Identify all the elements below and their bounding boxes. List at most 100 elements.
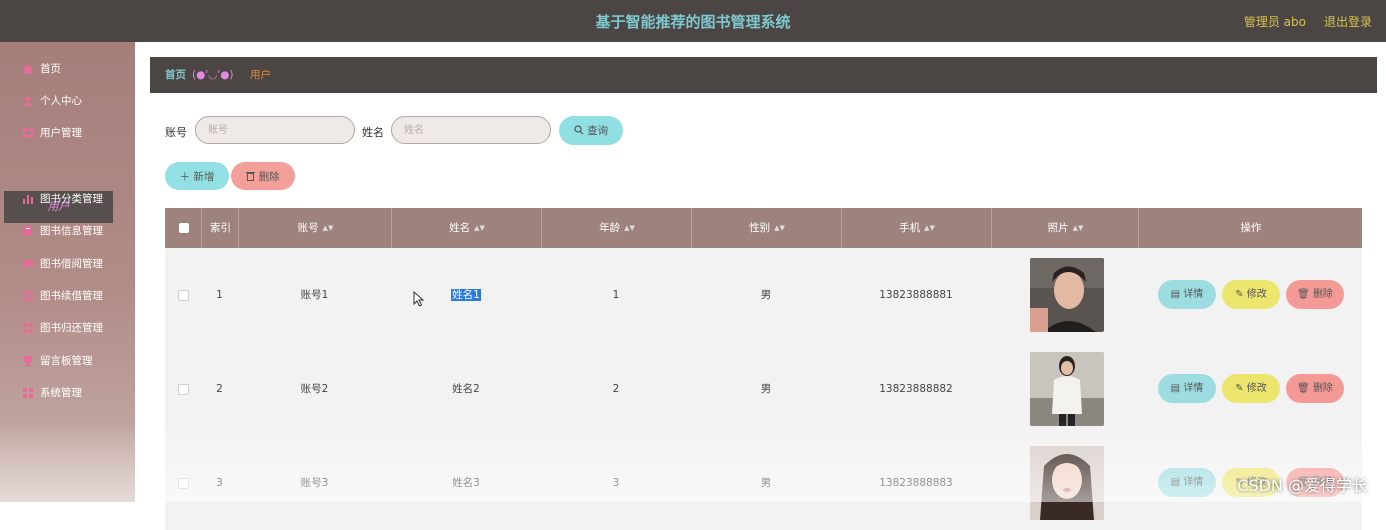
edit-icon: ✎ <box>1235 383 1244 394</box>
sidebar-item-profile[interactable]: 个人中心 <box>0 86 135 116</box>
watermark: CSDN @爱得学长 <box>1237 476 1368 495</box>
cell-account: 账号1 <box>300 289 329 301</box>
sort-icon: ▲▼ <box>1072 224 1084 232</box>
top-bar: 基于智能推荐的图书管理系统 管理员 abo 退出登录 <box>0 0 1386 42</box>
app-title: 基于智能推荐的图书管理系统 <box>595 13 791 31</box>
sort-icon: ▲▼ <box>924 224 935 232</box>
cell-phone: 13823888882 <box>879 383 953 395</box>
user-photo[interactable] <box>1030 446 1104 520</box>
detail-button[interactable]: ▤ 详情 <box>1158 280 1216 309</box>
sidebar-item-label: 图书续借管理 <box>40 290 103 302</box>
detail-button[interactable]: ▤ 详情 <box>1158 468 1216 497</box>
select-all-checkbox[interactable] <box>179 223 189 233</box>
header-gender[interactable]: 性别 ▲▼ <box>691 208 842 248</box>
breadcrumb-current: 用户 <box>250 69 271 81</box>
cell-age: 2 <box>612 383 620 395</box>
search-icon <box>574 125 584 135</box>
sidebar-item-renew[interactable]: 图书续借管理 <box>0 281 135 311</box>
cell-phone: 13823888883 <box>879 477 953 489</box>
user-photo[interactable] <box>1030 258 1104 332</box>
selected-text: 姓名1 <box>451 289 481 301</box>
table-row: 3 账号3 姓名3 3 男 13823888883 ▤ 详情 ✎ 修改 🗑 删除 <box>165 436 1362 530</box>
row-checkbox[interactable] <box>178 478 189 489</box>
cell-account: 账号2 <box>300 383 329 395</box>
header-name-label: 姓名 <box>449 222 471 234</box>
header-age-label: 年龄 <box>599 222 621 234</box>
delete-button[interactable]: 🗑 删除 <box>1286 374 1344 403</box>
batch-delete-button[interactable]: 删除 <box>231 162 295 190</box>
cell-gender: 男 <box>760 477 772 489</box>
grid-icon <box>23 323 33 333</box>
edit-label: 修改 <box>1246 289 1267 300</box>
header-account-label: 账号 <box>297 222 319 234</box>
sort-icon: ▲▼ <box>624 224 635 232</box>
header-age[interactable]: 年龄 ▲▼ <box>541 208 692 248</box>
detail-label: 详情 <box>1183 289 1204 300</box>
sidebar-item-label: 留言板管理 <box>40 355 93 367</box>
add-button[interactable]: ＋ 新增 <box>165 162 229 190</box>
grid-icon <box>23 128 33 138</box>
edit-label: 修改 <box>1246 383 1267 394</box>
table-row: 2 账号2 姓名2 2 男 13823888882 ▤ 详情 ✎ 修改 🗑 删除 <box>165 342 1362 436</box>
logout-link[interactable]: 退出登录 <box>1324 13 1372 30</box>
sidebar: 首页 个人中心 用户管理 用户 图书分类管理 图书信息管理 图书借阅管理 图书续… <box>0 42 135 502</box>
detail-label: 详情 <box>1183 477 1204 488</box>
cell-name: 姓名3 <box>452 477 480 489</box>
header-phone[interactable]: 手机 ▲▼ <box>841 208 992 248</box>
main-content: 首页 (●'◡'●) 用户 账号 姓名 查询 ＋ 新增 删除 索引 账号▲▼ 姓… <box>135 42 1386 530</box>
plus-icon: ＋ <box>179 170 191 183</box>
home-icon <box>23 64 33 74</box>
cell-phone: 13823888881 <box>879 289 953 301</box>
detail-label: 详情 <box>1183 383 1204 394</box>
sidebar-item-user-management[interactable]: 用户管理 <box>0 118 135 148</box>
cell-age: 1 <box>612 289 620 301</box>
breadcrumb-home[interactable]: 首页 <box>165 57 186 93</box>
sidebar-item-return[interactable]: 图书归还管理 <box>0 313 135 343</box>
trash-icon: 🗑 <box>1297 289 1310 300</box>
row-checkbox[interactable] <box>178 290 189 301</box>
sidebar-item-label: 系统管理 <box>40 387 82 399</box>
name-label: 姓名 <box>362 126 384 139</box>
detail-button[interactable]: ▤ 详情 <box>1158 374 1216 403</box>
header-name[interactable]: 姓名 ▲▼ <box>391 208 542 248</box>
cell-gender: 男 <box>760 383 772 395</box>
sidebar-item-home[interactable]: 首页 <box>0 54 135 84</box>
edit-button[interactable]: ✎ 修改 <box>1222 280 1280 309</box>
delete-button[interactable]: 🗑 删除 <box>1286 280 1344 309</box>
detail-icon: ▤ <box>1170 289 1181 300</box>
detail-icon: ▤ <box>1170 477 1181 488</box>
cell-gender: 男 <box>760 289 772 301</box>
header-photo[interactable]: 照片 ▲▼ <box>991 208 1139 248</box>
sidebar-item-book-info[interactable]: 图书信息管理 <box>0 216 135 246</box>
user-photo[interactable] <box>1030 352 1104 426</box>
trash-icon: 🗑 <box>1297 383 1310 394</box>
account-search-input[interactable] <box>195 116 355 144</box>
sidebar-item-borrow[interactable]: 图书借阅管理 <box>0 249 135 279</box>
sidebar-item-messages[interactable]: 留言板管理 <box>0 346 135 376</box>
header-phone-label: 手机 <box>899 222 921 234</box>
mouse-cursor-icon <box>413 291 425 307</box>
header-photo-label: 照片 <box>1047 222 1069 234</box>
account-label: 账号 <box>165 126 187 139</box>
breadcrumb-separator: (●'◡'●) <box>192 69 234 81</box>
add-button-label: 新增 <box>193 170 215 183</box>
row-checkbox[interactable] <box>178 384 189 395</box>
sidebar-item-system[interactable]: 系统管理 <box>0 378 135 408</box>
header-account[interactable]: 账号 ▲▼ <box>238 208 392 248</box>
sidebar-item-book-category[interactable]: 图书分类管理 <box>0 184 135 214</box>
sidebar-item-label: 个人中心 <box>40 95 82 107</box>
sidebar-item-label: 图书归还管理 <box>40 322 103 334</box>
grid-icon <box>23 388 33 398</box>
edit-button[interactable]: ✎ 修改 <box>1222 374 1280 403</box>
header-select-cell <box>165 208 201 248</box>
name-search-input[interactable] <box>391 116 551 144</box>
table-row: 1 账号1 姓名1 1 男 13823888881 ▤ 详情 ✎ 修改 🗑 删除 <box>165 248 1362 342</box>
query-button[interactable]: 查询 <box>559 116 623 145</box>
batch-delete-label: 删除 <box>258 170 280 183</box>
delete-label: 删除 <box>1312 289 1333 300</box>
sidebar-item-label: 图书借阅管理 <box>40 258 103 270</box>
header-gender-label: 性别 <box>749 222 771 234</box>
detail-icon: ▤ <box>1170 383 1181 394</box>
sort-icon: ▲▼ <box>474 224 485 232</box>
admin-name: 管理员 abo <box>1243 15 1306 29</box>
